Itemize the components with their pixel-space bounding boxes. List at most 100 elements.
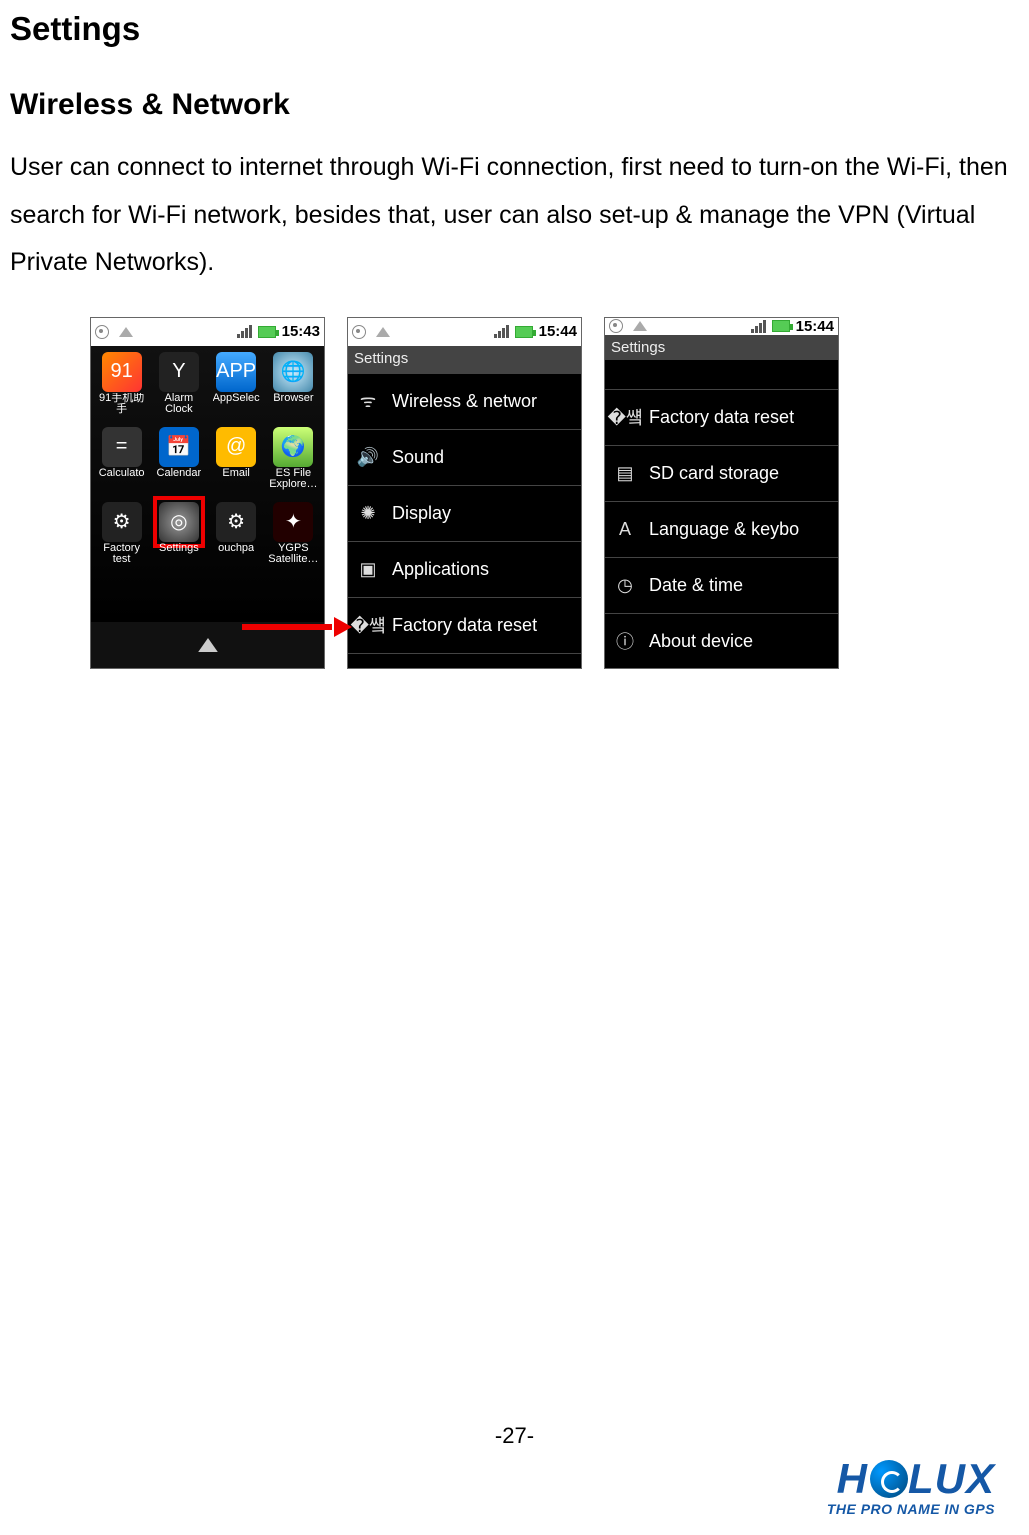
settings-item[interactable]: �썤 Factory data reset: [605, 390, 838, 446]
battery-icon: [258, 326, 276, 338]
app-91手机助手[interactable]: 9191手机助手: [93, 352, 150, 425]
brand-logo: H LUX THE PRO NAME IN GPS: [827, 1455, 995, 1517]
settings-item-icon: ▤: [613, 463, 637, 484]
settings-list: ᯤ Wireless & networ 🔊 Sound ✺Display▣Applica…: [348, 374, 581, 668]
status-bar: 15:44: [348, 318, 581, 346]
app-label: AppSelec: [213, 393, 260, 405]
status-home-icon: [633, 321, 647, 331]
settings-item-label: SD card storage: [649, 463, 779, 484]
app-grid: 9191手机助手YAlarm ClockAPPAppSelec🌐Browser=…: [91, 346, 324, 622]
screen-title: Settings: [348, 346, 581, 374]
app-ygps-satellite…[interactable]: ✦YGPS Satellite…: [265, 502, 322, 575]
list-item-partial[interactable]: [605, 360, 838, 390]
screenshot-settings-bottom: 15:44 Settings �썤 Factory data reset ▤ SD c…: [604, 317, 839, 669]
settings-item-label: Wireless & networ: [392, 391, 537, 412]
signal-icon: [751, 320, 766, 333]
settings-item-label: Language & keybo: [649, 519, 799, 540]
status-home-icon: [119, 327, 133, 337]
app-ouchpa[interactable]: ⚙ouchpa: [208, 502, 265, 575]
app-label: ES File Explore…: [265, 468, 321, 491]
settings-item-icon: ◷: [613, 575, 637, 596]
battery-icon: [515, 326, 533, 338]
settings-item-icon: �썤: [356, 612, 380, 638]
app-label: YGPS Satellite…: [265, 543, 321, 566]
brand-tagline: THE PRO NAME IN GPS: [827, 1501, 995, 1517]
app-alarm-clock[interactable]: YAlarm Clock: [150, 352, 207, 425]
status-time: 15:43: [282, 323, 320, 340]
screenshot-settings-top: 15:44 Settings ᯤ Wireless & networ 🔊 Sound ✺…: [347, 317, 582, 669]
app-label: 91手机助手: [94, 393, 150, 416]
app-es-file-explore…[interactable]: 🌍ES File Explore…: [265, 427, 322, 500]
app-icon: ✦: [273, 502, 313, 542]
app-icon: @: [216, 427, 256, 467]
battery-icon: [772, 320, 790, 332]
settings-item-icon: ᯤ: [356, 389, 380, 413]
app-appselec[interactable]: APPAppSelec: [208, 352, 265, 425]
app-calculato[interactable]: =Calculato: [93, 427, 150, 500]
settings-item[interactable]: ⓘ About device: [605, 614, 838, 669]
app-label: ouchpa: [218, 543, 254, 555]
app-label: Calendar: [157, 468, 202, 480]
app-icon: ◎: [159, 502, 199, 542]
status-sync-icon: [95, 325, 109, 339]
signal-icon: [494, 325, 509, 338]
settings-item[interactable]: 🔊 Sound: [348, 430, 581, 486]
status-sync-icon: [609, 319, 623, 333]
signal-icon: [237, 325, 252, 338]
app-icon: ⚙: [216, 502, 256, 542]
app-settings[interactable]: ◎Settings: [150, 502, 207, 575]
settings-item[interactable]: �썤 Factory data reset: [348, 598, 581, 654]
page-number: -27-: [0, 1423, 1029, 1449]
app-label: Calculato: [99, 468, 145, 480]
section-heading: Wireless & Network: [10, 88, 1019, 122]
status-home-icon: [376, 327, 390, 337]
app-icon: APP: [216, 352, 256, 392]
app-email[interactable]: @Email: [208, 427, 265, 500]
settings-item-icon: ▣: [356, 559, 380, 580]
screenshots-row: 15:43 9191手机助手YAlarm ClockAPPAppSelec🌐Br…: [10, 317, 1019, 669]
settings-item[interactable]: ᯤ Wireless & networ: [348, 374, 581, 430]
status-bar: 15:44: [605, 318, 838, 335]
status-sync-icon: [352, 325, 366, 339]
settings-item[interactable]: A Language & keybo: [605, 502, 838, 558]
page-title: Settings: [10, 10, 1019, 48]
settings-item[interactable]: ▤ SD card storage: [605, 446, 838, 502]
settings-item-label: Date & time: [649, 575, 743, 596]
logo-rest: LUX: [908, 1455, 995, 1503]
settings-item-label: Sound: [392, 447, 444, 468]
settings-item[interactable]: ◷ Date & time: [605, 558, 838, 614]
app-icon: 🌍: [273, 427, 313, 467]
app-icon: 91: [102, 352, 142, 392]
app-icon: Y: [159, 352, 199, 392]
status-bar: 15:43: [91, 318, 324, 346]
status-time: 15:44: [539, 323, 577, 340]
settings-item-label: Factory data reset: [649, 407, 794, 428]
logo-globe-icon: [870, 1460, 908, 1498]
settings-item-label: About device: [649, 631, 753, 652]
app-label: Browser: [273, 393, 313, 405]
settings-item-icon: 🔊: [356, 447, 380, 468]
settings-item[interactable]: ✺Display: [348, 486, 581, 542]
settings-item[interactable]: ▣Applications: [348, 542, 581, 598]
settings-item-icon: ✺: [356, 503, 380, 524]
settings-item-icon: A: [613, 519, 637, 540]
app-factory-test[interactable]: ⚙Factory test: [93, 502, 150, 575]
logo-letter: H: [837, 1455, 868, 1503]
settings-item-label: Factory data reset: [392, 615, 537, 636]
settings-item-icon: �썤: [613, 404, 637, 430]
body-paragraph: User can connect to internet through Wi-…: [10, 144, 1015, 287]
arrow-annotation: [242, 619, 352, 635]
app-label: Settings: [159, 543, 199, 555]
app-icon: =: [102, 427, 142, 467]
status-time: 15:44: [796, 318, 834, 335]
app-icon: 🌐: [273, 352, 313, 392]
app-icon: 📅: [159, 427, 199, 467]
app-calendar[interactable]: 📅Calendar: [150, 427, 207, 500]
app-label: Email: [222, 468, 250, 480]
screen-title: Settings: [605, 335, 838, 360]
app-label: Alarm Clock: [151, 393, 207, 416]
home-icon[interactable]: [198, 638, 218, 652]
app-icon: ⚙: [102, 502, 142, 542]
app-browser[interactable]: 🌐Browser: [265, 352, 322, 425]
settings-item-icon: ⓘ: [613, 628, 637, 654]
